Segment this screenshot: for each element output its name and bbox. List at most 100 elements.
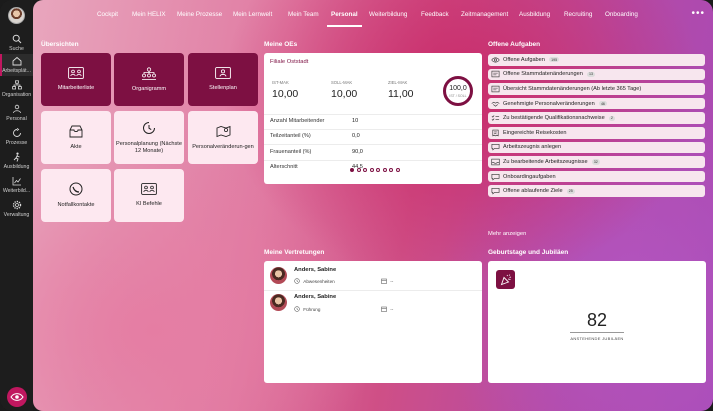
- sidebar-item-label: Personal: [6, 116, 27, 122]
- divider: [264, 129, 482, 130]
- kpi-ziel-label: ZIEL-MAK: [388, 80, 408, 85]
- sidebar-item-weiterbildung[interactable]: Weiterbild...: [0, 176, 33, 194]
- pager-dot[interactable]: [369, 168, 374, 172]
- avatar: [270, 294, 287, 311]
- nav-ausbildung[interactable]: Ausbildung: [519, 11, 550, 18]
- ai-icon: [141, 183, 157, 195]
- birthdays-card[interactable]: 82 ANSTEHENDE JUBILÄEN: [488, 261, 706, 383]
- stat-label: Frauenanteil (%): [270, 149, 312, 155]
- stat-label: Anzahl Mitarbeitender: [270, 118, 325, 124]
- show-more-link[interactable]: Mehr anzeigen: [488, 231, 526, 237]
- sidebar-item-label: Verwaltung: [3, 212, 30, 218]
- employee-list-icon: [68, 67, 84, 79]
- task-item[interactable]: Zu bearbeitende Arbeitszeugnisse 32: [488, 156, 705, 168]
- nav-recruiting[interactable]: Recruiting: [564, 11, 592, 18]
- nav-meine-prozesse[interactable]: Meine Prozesse: [177, 11, 222, 18]
- task-label: Zu bestätigende Qualifikationsnachweise: [503, 115, 605, 122]
- org-icon: [11, 80, 22, 90]
- task-item[interactable]: Übersicht Stammdatenänderungen (Ab letzt…: [488, 83, 705, 95]
- nav-mein-helix[interactable]: Mein HELIX: [132, 11, 166, 18]
- tile-stellenplan[interactable]: Stellenplan: [188, 53, 258, 106]
- tile-label: Akte: [70, 143, 82, 150]
- task-item[interactable]: Offene Aufgaben 195: [488, 54, 705, 66]
- nav-weiterbildung[interactable]: Weiterbildung: [369, 11, 407, 18]
- sidebar-item-organisation[interactable]: Organisation: [0, 80, 33, 98]
- calendar-icon: [381, 306, 387, 312]
- deputy-date: --: [390, 279, 394, 284]
- clock-icon: [294, 278, 300, 284]
- tile-organigramm[interactable]: Organigramm: [114, 53, 184, 106]
- pager-dot[interactable]: [395, 168, 400, 172]
- emergency-icon: [69, 182, 83, 196]
- pager-dot[interactable]: [363, 168, 367, 172]
- deputy-role-row: Abwesenheiten: [294, 278, 335, 284]
- nav-mein-lernwelt[interactable]: Mein Lernwelt: [233, 11, 272, 18]
- task-label: Arbeitszeugnis anlegen: [503, 144, 562, 151]
- task-item[interactable]: Offene Stammdatenänderungen 13: [488, 68, 705, 81]
- pager-dot[interactable]: [389, 168, 393, 172]
- sidebar-item-personal[interactable]: Personal: [0, 104, 33, 122]
- nav-zeitmanagement[interactable]: Zeitmanagement: [461, 11, 508, 18]
- sidebar-item-search[interactable]: Suche: [0, 34, 33, 52]
- deputies-card: Anders, Sabine Abwesenheiten -- Anders, …: [264, 261, 482, 383]
- task-item[interactable]: Eingereichte Reisekosten: [488, 127, 705, 139]
- planning-icon: [143, 121, 155, 134]
- party-popper-icon: [500, 273, 511, 285]
- stat-label: Alterschnitt: [270, 164, 298, 170]
- pager-dot[interactable]: [356, 168, 361, 172]
- deputy-name[interactable]: Anders, Sabine: [294, 267, 336, 273]
- birthdays-title: Geburtstage und Jubiläen: [488, 249, 569, 256]
- divider: [264, 160, 482, 161]
- more-menu-button[interactable]: •••: [691, 8, 705, 19]
- pager-dot[interactable]: [350, 168, 354, 172]
- nav-mein-team[interactable]: Mein Team: [288, 11, 319, 18]
- kpi-ist-label: IST-MAK: [272, 80, 289, 85]
- task-item[interactable]: Zu bestätigende Qualifikationsnachweise 2: [488, 112, 705, 124]
- kpi-soll-value: 10,00: [331, 88, 358, 100]
- tile-personalveraenderungen[interactable]: Personalveränderun-gen: [188, 111, 258, 164]
- inbox-icon: [491, 158, 500, 166]
- sidebar-item-ausbildung[interactable]: Ausbildung: [0, 152, 33, 170]
- sidebar-item-workplace[interactable]: Arbeitsplät...: [0, 54, 33, 76]
- task-label: Eingereichte Reisekosten: [503, 129, 567, 136]
- carousel-pager[interactable]: [350, 168, 400, 172]
- search-icon: [12, 34, 21, 44]
- chat-icon: [491, 143, 500, 151]
- sidebar: Suche Arbeitsplät... Organisation Person…: [0, 0, 33, 411]
- divider: [264, 144, 482, 145]
- tile-ki-befehle[interactable]: KI Befehle: [114, 169, 184, 222]
- deputy-date-row: --: [381, 306, 393, 312]
- sidebar-item-label: Arbeitsplät...: [2, 68, 31, 74]
- chat-icon: [491, 187, 500, 195]
- nav-feedback[interactable]: Feedback: [421, 11, 449, 18]
- task-label: Offene ablaufende Ziele: [503, 188, 563, 195]
- task-item[interactable]: Genehmigte Personalveränderungen 46: [488, 97, 705, 110]
- sidebar-item-prozesse[interactable]: Prozesse: [0, 128, 33, 146]
- tile-label: Personalveränderun-gen: [192, 143, 254, 150]
- nav-cockpit[interactable]: Cockpit: [97, 11, 118, 18]
- task-item[interactable]: Offene ablaufende Ziele 25: [488, 185, 705, 197]
- sidebar-item-verwaltung[interactable]: Verwaltung: [0, 200, 33, 218]
- task-label: Übersicht Stammdatenänderungen (Ab letzt…: [503, 85, 642, 92]
- pager-dot[interactable]: [376, 168, 380, 172]
- count-badge: 32: [591, 159, 600, 165]
- oe-unit-name[interactable]: Filiale Oststadt: [270, 59, 308, 65]
- brand-logo[interactable]: [7, 387, 27, 407]
- tile-label: Stellenplan: [209, 85, 237, 92]
- sidebar-item-label: Weiterbild...: [2, 188, 31, 194]
- nav-onboarding[interactable]: Onboarding: [605, 11, 638, 18]
- process-icon: [12, 128, 21, 137]
- tasks-title: Offene Aufgaben: [488, 41, 541, 48]
- tile-mitarbeiterliste[interactable]: Mitarbeiterliste: [41, 53, 111, 106]
- tile-akte[interactable]: Akte: [41, 111, 111, 164]
- tile-personalplanung[interactable]: Personalplanung (Nächste 12 Monate): [114, 111, 184, 164]
- task-item[interactable]: Arbeitszeugnis anlegen: [488, 141, 705, 154]
- tile-notfallkontakte[interactable]: Notfallkontakte: [41, 169, 111, 222]
- divider: [570, 332, 624, 333]
- nav-personal[interactable]: Personal: [327, 11, 362, 27]
- deputy-name[interactable]: Anders, Sabine: [294, 294, 336, 300]
- pager-dot[interactable]: [382, 168, 387, 172]
- kpi-soll-label: SOLL-MAK: [331, 80, 353, 85]
- user-avatar[interactable]: [8, 7, 25, 24]
- task-item[interactable]: Onboardingaufgaben: [488, 170, 705, 183]
